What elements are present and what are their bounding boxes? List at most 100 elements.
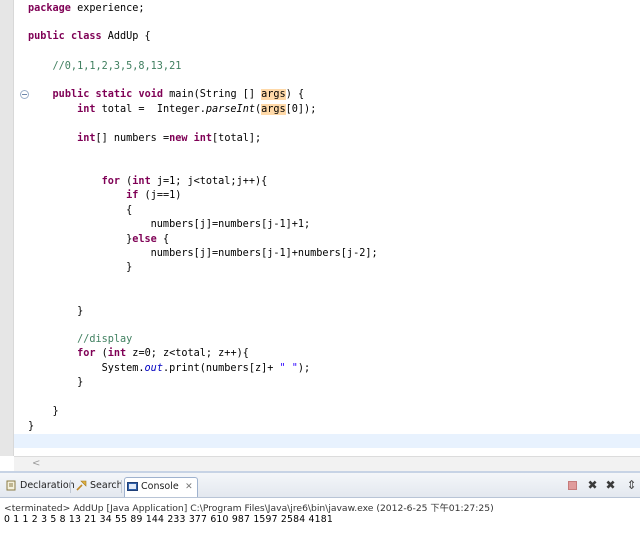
code-token: for — [77, 348, 96, 359]
code-token: int — [132, 176, 151, 187]
code-line[interactable]: int total = Integer.parseInt(args[0]); — [28, 103, 316, 117]
code-token: } — [28, 262, 133, 273]
code-token: .print(numbers[z]+ — [162, 363, 280, 374]
code-token: { — [156, 234, 170, 245]
code-token: main(String [] — [163, 89, 262, 100]
code-line[interactable]: }else { — [28, 233, 169, 247]
code-line[interactable]: System.out.print(numbers[z]+ " "); — [28, 362, 311, 376]
code-line[interactable]: } — [28, 405, 59, 419]
code-line[interactable]: { — [28, 204, 132, 218]
tab-search[interactable]: Search — [74, 477, 123, 497]
bottom-panel: Declaration Search Console ✕ ✖ ✖ ⇕ <term… — [0, 471, 640, 549]
tab-console[interactable]: Console ✕ — [124, 477, 198, 497]
code-token: //display — [28, 334, 133, 345]
code-token: package — [28, 3, 71, 14]
code-token: } — [28, 421, 35, 432]
code-token: static — [95, 89, 133, 100]
occurrence-highlight: args — [261, 104, 286, 115]
code-token: ( — [120, 176, 133, 187]
code-token: [0]); — [285, 104, 317, 115]
code-line[interactable]: //0,1,1,2,3,5,8,13,21 — [28, 60, 182, 74]
code-token: } — [28, 406, 59, 417]
scroll-left-icon[interactable]: < — [32, 458, 40, 469]
code-line[interactable]: int[] numbers =new int[total]; — [28, 132, 261, 146]
terminate-button[interactable] — [566, 479, 579, 492]
code-token: } — [28, 234, 133, 245]
code-editor[interactable]: package experience; public class AddUp {… — [0, 0, 640, 471]
code-token: [total]; — [212, 133, 262, 144]
code-line[interactable]: } — [28, 261, 132, 275]
code-token: new — [169, 133, 188, 144]
code-token: System. — [28, 363, 145, 374]
code-line[interactable]: numbers[j]=numbers[j-1]+numbers[j-2]; — [28, 247, 378, 261]
code-token: void — [138, 89, 163, 100]
code-line[interactable]: public static void main(String [] args) … — [28, 88, 304, 102]
console-icon — [127, 482, 138, 491]
code-token: public — [52, 89, 90, 100]
close-icon[interactable]: ✕ — [185, 478, 193, 496]
occurrence-highlight: args — [261, 89, 286, 100]
code-token: " " — [279, 363, 298, 374]
code-token: out — [144, 363, 163, 374]
code-token: ( — [95, 348, 108, 359]
code-token: experience; — [70, 3, 145, 14]
code-token: //0,1,1,2,3,5,8,13,21 — [28, 61, 182, 72]
code-token: int — [77, 104, 96, 115]
code-token: int — [193, 133, 213, 144]
code-token: ) { — [285, 89, 305, 100]
code-token: [] numbers = — [95, 133, 170, 144]
code-line[interactable]: numbers[j]=numbers[j-1]+1; — [28, 218, 310, 232]
tab-label: Search — [90, 480, 123, 491]
horizontal-scrollbar[interactable]: < — [14, 456, 640, 471]
code-line[interactable]: public class AddUp { — [28, 30, 151, 44]
editor-gutter — [0, 0, 14, 456]
code-line[interactable]: if (j==1) — [28, 189, 181, 203]
code-token: } — [28, 377, 84, 388]
code-token: int — [107, 348, 127, 359]
code-token: numbers[j]=numbers[j-1]+1; — [28, 219, 311, 230]
terminate-icon — [568, 481, 577, 490]
code-line[interactable]: //display — [28, 333, 132, 347]
code-line[interactable]: for (int z=0; z<total; z++){ — [28, 347, 249, 361]
code-token: z=0; z<total; z++){ — [126, 348, 249, 359]
code-line[interactable]: for (int j=1; j<total;j++){ — [28, 175, 268, 189]
declaration-icon — [6, 480, 16, 491]
tab-label: Console — [141, 481, 179, 492]
scroll-lock-button[interactable]: ⇕ — [625, 479, 638, 492]
remove-launch-icon: ✖ — [587, 478, 598, 492]
tab-declaration[interactable]: Declaration — [4, 477, 75, 497]
code-line[interactable]: } — [28, 376, 83, 390]
scroll-lock-icon: ⇕ — [626, 478, 637, 492]
code-line[interactable]: } — [28, 305, 83, 319]
code-token: j=1; j<total;j++){ — [150, 176, 268, 187]
code-token: public — [28, 31, 65, 42]
code-line[interactable]: package experience; — [28, 2, 145, 16]
code-token: if — [126, 190, 139, 201]
code-token: class — [70, 31, 102, 42]
remove-launch-button[interactable]: ✖ — [586, 479, 599, 492]
code-token: for — [101, 176, 121, 187]
code-token: int — [77, 133, 96, 144]
code-token: total = Integer. — [95, 104, 206, 115]
console-output[interactable]: 0 1 1 2 3 5 8 13 21 34 55 89 144 233 377… — [4, 514, 333, 525]
panel-tab-bar: Declaration Search Console ✕ ✖ ✖ ⇕ — [0, 473, 640, 498]
code-token: (j==1) — [138, 190, 182, 201]
code-token: ); — [297, 363, 311, 374]
search-icon — [76, 480, 87, 491]
code-token: parseInt — [205, 104, 255, 115]
code-line[interactable]: } — [28, 420, 34, 434]
code-token: AddUp { — [101, 31, 151, 42]
tab-label: Declaration — [20, 480, 75, 491]
remove-all-icon: ✖ — [605, 478, 616, 492]
remove-all-terminated-button[interactable]: ✖ — [604, 479, 617, 492]
code-token: numbers[j]=numbers[j-1]+numbers[j-2]; — [28, 248, 378, 259]
tab-separator — [70, 480, 71, 493]
code-token: { — [28, 205, 133, 216]
code-token: } — [28, 306, 84, 317]
